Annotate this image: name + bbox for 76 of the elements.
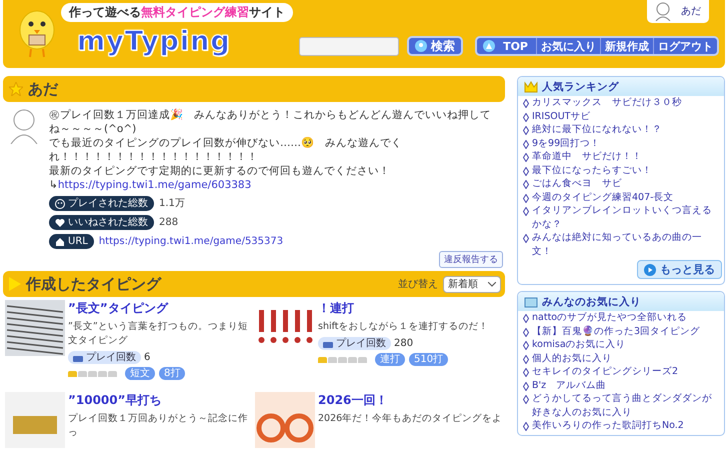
search-icon (415, 40, 428, 52)
ranking-link[interactable]: 今週のタイピング練習407-長文 (532, 190, 674, 204)
diamond-icon (523, 422, 529, 431)
play-triangle-icon (9, 277, 21, 291)
profile-name: あだ (28, 80, 58, 98)
panel-title: 人気ランキング (542, 80, 619, 94)
crown-icon (524, 80, 538, 92)
game-title-link[interactable]: ！連打 (318, 300, 504, 317)
game-description: 2026年だ！今年もあだのタイピングをよ (318, 412, 504, 426)
keyboard-icon (73, 354, 83, 362)
sort-dropdown[interactable]: 新着順 (443, 276, 501, 292)
sort-label: 並び替え (398, 278, 438, 291)
heart-icon (55, 218, 65, 228)
ranking-link[interactable]: 絶対に最下位になれない！？ (532, 123, 662, 136)
ranking-link[interactable]: 最下位になったらすごい！ (532, 164, 652, 177)
report-button[interactable]: 違反報告する (439, 251, 503, 268)
smile-icon (55, 198, 65, 208)
bio-link[interactable]: https://typing.twi1.me/game/603383 (58, 179, 252, 191)
chevron-down-icon (488, 282, 496, 286)
game-title-link[interactable]: ”10000”早打ち (68, 392, 254, 409)
ranking-link[interactable]: カリスマックス サビだけ３０秒 (532, 96, 682, 110)
ranking-link[interactable]: ごはん食べヨ サビ (532, 177, 622, 190)
ranking-link[interactable]: どうかしてるって言う曲とダンダダンが好きな人のお気に入り (532, 392, 720, 419)
ranking-link[interactable]: nattoのサブが見たやつ全部いれる (532, 311, 688, 324)
nav-link[interactable]: 新規作成 (600, 38, 653, 54)
ranking-link[interactable]: セキレイのタイピングシリーズ2 (532, 365, 678, 378)
stat-label: URL (49, 234, 94, 249)
search-field[interactable] (299, 36, 400, 56)
avatar-icon (653, 1, 673, 21)
ranking-link[interactable]: IRISOUTサビ (532, 110, 590, 123)
play-circle-icon (644, 264, 656, 276)
stat-label: プレイされた総数 (49, 196, 154, 211)
panel-title: みんなのお気に入り (542, 294, 641, 308)
nav-link[interactable]: TOP (477, 38, 536, 54)
ranking-link[interactable]: 美作いろりの作った歌詞打ちNo.2 (532, 419, 684, 432)
tagline-text: 作って遊べる無料タイピング練習サイト (61, 3, 293, 22)
diamond-icon (523, 234, 529, 243)
search-button[interactable]: 検索 (407, 36, 464, 56)
number-thumbnail (5, 392, 65, 448)
game-description: shiftをおしながら１を連打するのだ！ (318, 320, 490, 334)
folder-icon (524, 296, 538, 308)
more-button[interactable]: もっと見る (637, 260, 722, 279)
ranking-link[interactable]: 9を99回打つ！ (532, 136, 600, 150)
nav-link[interactable]: ログアウト (653, 38, 717, 54)
ranking-link[interactable]: 革命道中 サビだけ！！ (532, 150, 642, 164)
text-photo-thumbnail (5, 300, 65, 356)
ranking-link[interactable]: イタリアンブレインロットいくつ言えるかな？ (532, 204, 720, 231)
plays-label: プレイ回数 (68, 351, 141, 364)
star-icon (9, 82, 23, 96)
house-icon (55, 236, 65, 246)
game-title-link[interactable]: ”長文”タイピング (68, 300, 254, 317)
bio-text: ㊗プレイ回数１万回達成🎉 みんなありがとう！これからもどんどん遊んでいいね押してね～～～～(^o^) でも最近のタイピングのプレイ回数が伸びない……🥺 みんな遊んでくれ！！！！！！！！！！！！！！！！！！ 最新のタイピングです定期的に更新するので何回も遊んでください！ (49, 108, 492, 178)
year-thumbnail (255, 392, 315, 448)
game-description: ”長文”という言葉を打つもの。つまり短文タイピング (68, 320, 249, 348)
ranking-link[interactable]: 個人的お気に入り (532, 352, 612, 365)
user-card[interactable]: あだ (647, 0, 709, 23)
plays-label: プレイ回数 (318, 337, 391, 350)
keyboard-icon (323, 340, 333, 348)
game-title-link[interactable]: 2026一回！ (318, 392, 504, 409)
stat-value: 1.1万 (159, 196, 185, 210)
ranking-link[interactable]: みんなは絶対に知っているあの曲の一文！ (532, 231, 720, 258)
ranking-link[interactable]: komisaのお気に入り (532, 338, 626, 352)
plays-count: 6 (144, 352, 150, 363)
person-icon (483, 40, 496, 52)
user-name: あだ (681, 5, 701, 18)
profile-url-link[interactable]: https://typing.twi1.me/game/535373 (98, 234, 284, 248)
arrow-text: ↳ (49, 179, 58, 191)
ranking-link[interactable]: B'z アルバム曲 (532, 378, 606, 392)
avatar-icon (9, 108, 39, 144)
ranking-link[interactable]: 【新】百鬼🔮の作った3回タイピング (532, 324, 700, 338)
stat-value: 288 (159, 216, 178, 230)
game-description: プレイ回数１万回ありがとう～記念に作っ (68, 412, 249, 440)
nav-link[interactable]: お気に入り (536, 38, 600, 54)
section-title: 作成したタイピング (26, 274, 161, 294)
stat-label: いいねされた総数 (49, 215, 154, 230)
plays-count: 280 (394, 338, 414, 349)
